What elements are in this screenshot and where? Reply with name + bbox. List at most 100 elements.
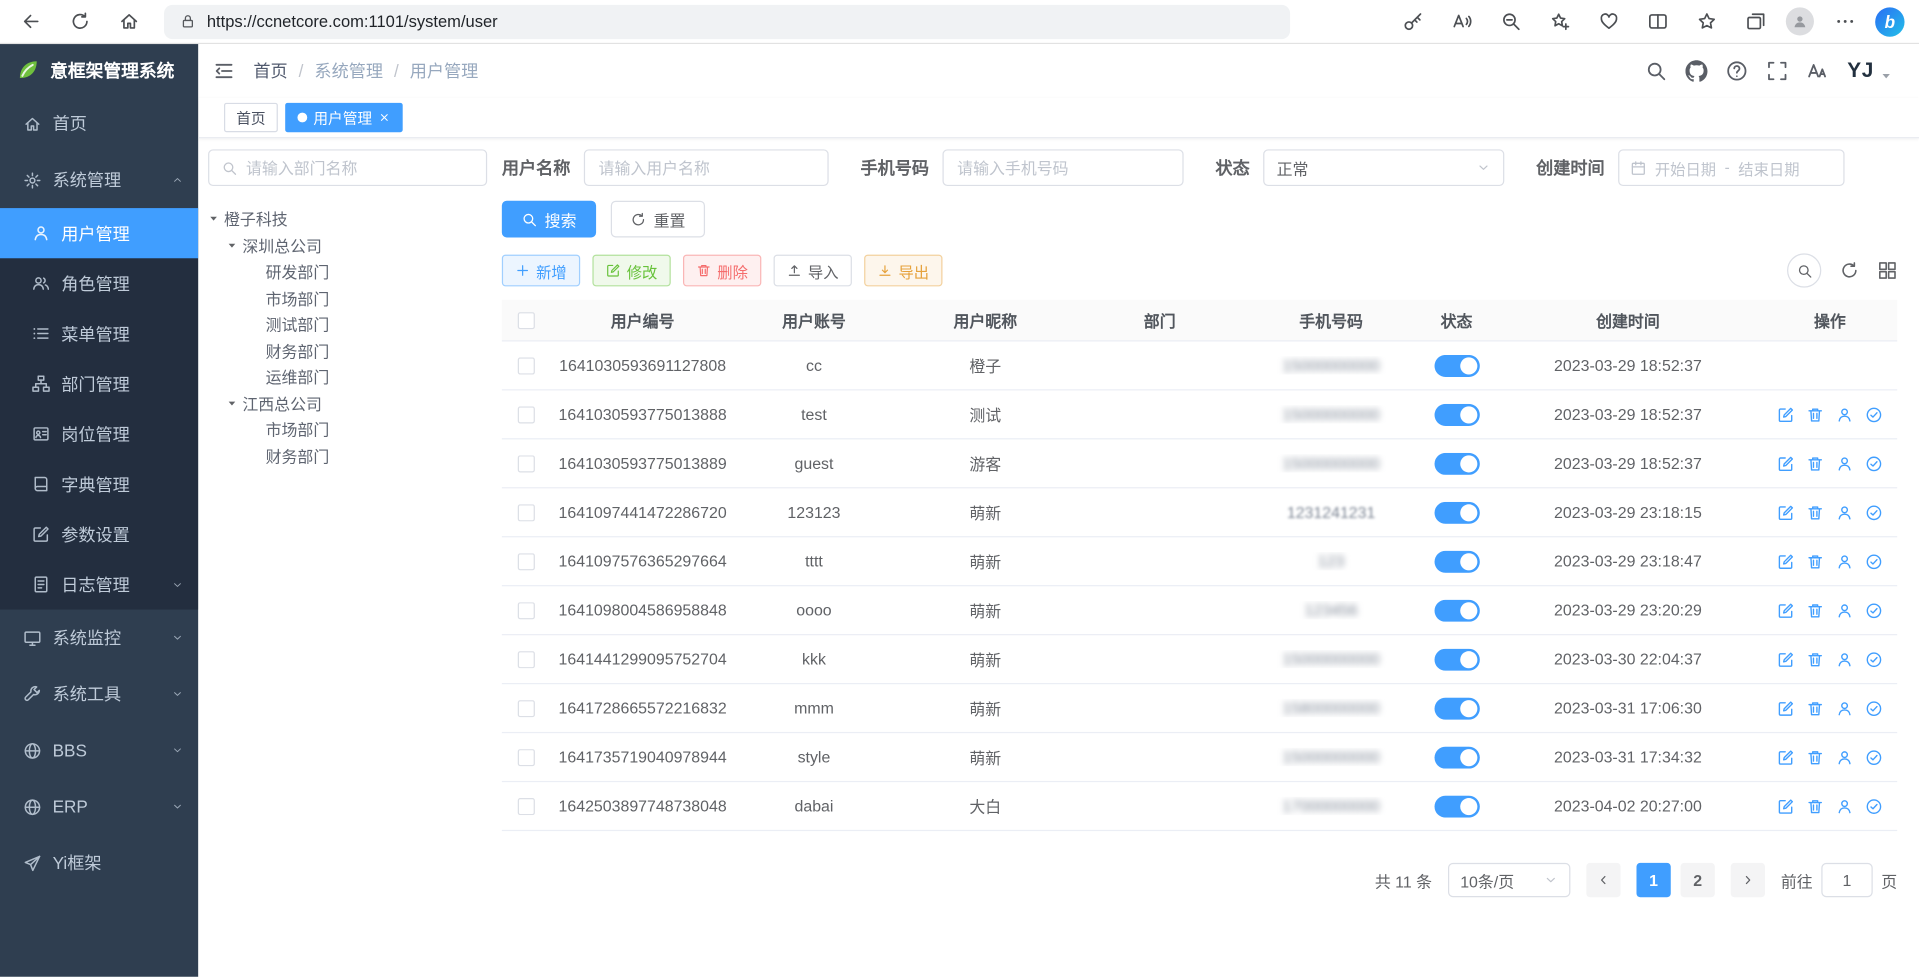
row-checkbox[interactable] [518, 455, 535, 472]
reset-password-icon[interactable] [1836, 406, 1853, 423]
assign-role-icon[interactable] [1865, 651, 1882, 668]
row-checkbox[interactable] [518, 797, 535, 814]
status-toggle[interactable] [1434, 648, 1479, 670]
sidebar-item[interactable]: 岗位管理 [0, 409, 198, 459]
tree-node[interactable]: 市场部门 [208, 285, 487, 311]
favorites-icon[interactable] [1696, 11, 1717, 32]
reset-password-icon[interactable] [1836, 700, 1853, 717]
breadcrumb-item[interactable]: 首页 [253, 59, 287, 83]
row-checkbox[interactable] [518, 504, 535, 521]
profile-avatar[interactable] [1786, 7, 1814, 35]
username-input[interactable] [584, 149, 829, 186]
phone-input[interactable] [942, 149, 1183, 186]
page-button-1[interactable]: 1 [1636, 863, 1670, 897]
status-toggle[interactable] [1434, 599, 1479, 621]
row-checkbox[interactable] [518, 553, 535, 570]
zoom-icon[interactable] [1500, 11, 1521, 32]
sidebar-item[interactable]: Yi框架 [0, 835, 198, 891]
row-checkbox[interactable] [518, 357, 535, 374]
assign-role-icon[interactable] [1865, 455, 1882, 472]
assign-role-icon[interactable] [1865, 748, 1882, 765]
reset-password-icon[interactable] [1836, 651, 1853, 668]
more-menu-icon[interactable] [1834, 11, 1855, 32]
tab-1[interactable]: 用户管理 [285, 103, 403, 132]
browser-essentials-icon[interactable] [1598, 11, 1619, 32]
delete-icon[interactable] [1807, 455, 1824, 472]
fullscreen-icon[interactable] [1766, 60, 1788, 82]
select-all-checkbox[interactable] [518, 312, 535, 329]
assign-role-icon[interactable] [1865, 700, 1882, 717]
sidebar-item[interactable]: 参数设置 [0, 509, 198, 559]
row-checkbox[interactable] [518, 748, 535, 765]
export-button[interactable]: 导出 [864, 255, 942, 287]
search-toggle-button[interactable] [1787, 253, 1821, 287]
breadcrumb-item[interactable]: 系统管理 [314, 59, 383, 83]
delete-icon[interactable] [1807, 700, 1824, 717]
assign-role-icon[interactable] [1865, 504, 1882, 521]
prev-page-button[interactable] [1586, 863, 1620, 897]
delete-icon[interactable] [1807, 602, 1824, 619]
assign-role-icon[interactable] [1865, 553, 1882, 570]
edit-icon[interactable] [1777, 602, 1794, 619]
password-manager-icon[interactable] [1402, 11, 1423, 32]
delete-icon[interactable] [1807, 797, 1824, 814]
status-toggle[interactable] [1434, 354, 1479, 376]
back-icon[interactable] [20, 11, 41, 32]
edit-icon[interactable] [1777, 651, 1794, 668]
tree-node[interactable]: 江西总公司 [208, 390, 487, 416]
edit-button[interactable]: 修改 [592, 255, 670, 287]
status-toggle[interactable] [1434, 403, 1479, 425]
breadcrumb-item[interactable]: 用户管理 [410, 59, 479, 83]
reset-password-icon[interactable] [1836, 797, 1853, 814]
reset-password-icon[interactable] [1836, 455, 1853, 472]
refresh-table-icon[interactable] [1840, 261, 1860, 281]
user-menu[interactable]: YJ [1847, 59, 1892, 83]
home-icon[interactable] [118, 11, 139, 32]
delete-icon[interactable] [1807, 406, 1824, 423]
page-button-2[interactable]: 2 [1681, 863, 1715, 897]
sidebar-item[interactable]: 首页 [0, 95, 198, 151]
assign-role-icon[interactable] [1865, 406, 1882, 423]
tab-0[interactable]: 首页 [224, 103, 278, 132]
sidebar-item[interactable]: 用户管理 [0, 208, 198, 258]
sidebar-item[interactable]: 部门管理 [0, 359, 198, 409]
dept-search-input[interactable] [246, 159, 474, 177]
sidebar-item[interactable]: 角色管理 [0, 258, 198, 308]
import-button[interactable]: 导入 [774, 255, 852, 287]
delete-icon[interactable] [1807, 504, 1824, 521]
row-checkbox[interactable] [518, 651, 535, 668]
status-toggle[interactable] [1434, 746, 1479, 768]
edit-icon[interactable] [1777, 797, 1794, 814]
reset-button[interactable]: 重置 [611, 201, 705, 238]
sidebar-item[interactable]: 字典管理 [0, 459, 198, 509]
goto-page-input[interactable] [1821, 863, 1872, 897]
row-checkbox[interactable] [518, 700, 535, 717]
next-page-button[interactable] [1731, 863, 1765, 897]
edit-icon[interactable] [1777, 504, 1794, 521]
delete-icon[interactable] [1807, 651, 1824, 668]
github-icon[interactable] [1686, 60, 1708, 82]
edit-icon[interactable] [1777, 455, 1794, 472]
delete-icon[interactable] [1807, 748, 1824, 765]
status-select[interactable]: 正常 [1263, 149, 1504, 186]
sidebar-item[interactable]: 菜单管理 [0, 308, 198, 358]
row-checkbox[interactable] [518, 406, 535, 423]
status-toggle[interactable] [1434, 550, 1479, 572]
collections-icon[interactable] [1745, 11, 1766, 32]
assign-role-icon[interactable] [1865, 602, 1882, 619]
tree-node[interactable]: 研发部门 [208, 258, 487, 284]
reset-password-icon[interactable] [1836, 748, 1853, 765]
reload-icon[interactable] [69, 11, 90, 32]
page-size-select[interactable]: 10条/页 [1448, 863, 1570, 897]
add-button[interactable]: 新增 [502, 255, 580, 287]
status-toggle[interactable] [1434, 501, 1479, 523]
reset-password-icon[interactable] [1836, 553, 1853, 570]
add-favorite-icon[interactable] [1549, 11, 1570, 32]
tree-node[interactable]: 运维部门 [208, 364, 487, 390]
status-toggle[interactable] [1434, 795, 1479, 817]
date-range-picker[interactable]: 开始日期 - 结束日期 [1618, 149, 1844, 186]
close-icon[interactable] [378, 111, 390, 123]
tree-node[interactable]: 测试部门 [208, 311, 487, 337]
sidebar-item[interactable]: 系统监控 [0, 610, 198, 666]
status-toggle[interactable] [1434, 697, 1479, 719]
